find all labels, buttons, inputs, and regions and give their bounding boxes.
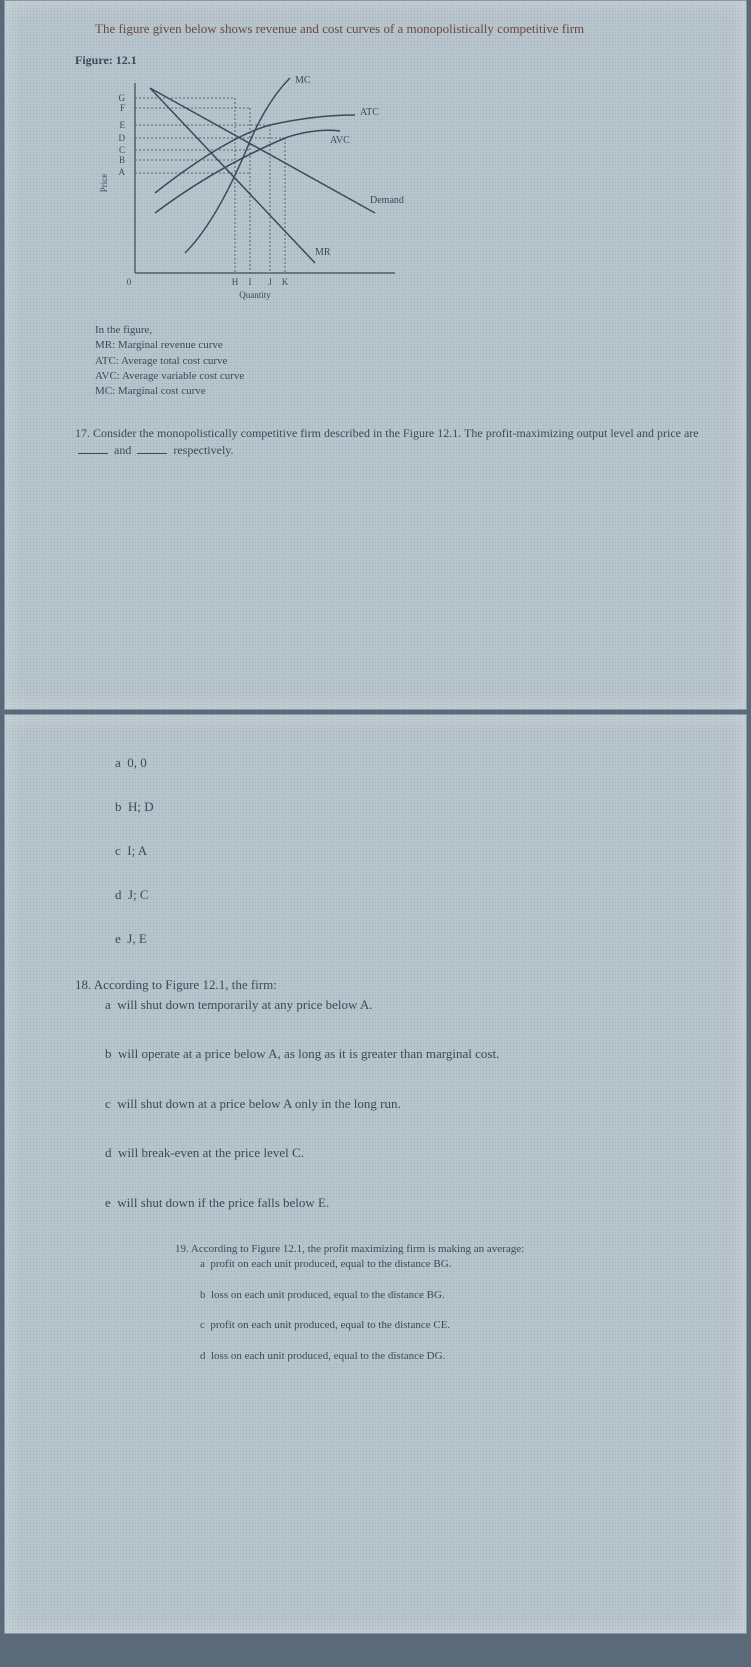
intro-text: The figure given below shows revenue and… — [95, 21, 716, 38]
bottom-page: a 0, 0 b H; D c I; A d J; C e J, E 18. A… — [4, 714, 747, 1634]
y-tick: A — [119, 167, 126, 177]
x-tick: J — [268, 277, 272, 287]
legend-item: AVC: Average variable cost curve — [95, 369, 716, 384]
y-tick: D — [119, 133, 126, 143]
y-tick: E — [120, 120, 126, 130]
legend-item: MC: Marginal cost curve — [95, 384, 716, 399]
q17-end: respectively. — [173, 443, 233, 457]
x-tick: I — [249, 277, 252, 287]
question-18: 18. According to Figure 12.1, the firm: … — [75, 975, 716, 1212]
y-tick: G — [119, 93, 126, 103]
blank — [137, 453, 167, 454]
q17-options: a 0, 0 b H; D c I; A d J; C e J, E — [115, 755, 716, 947]
y-axis-label: Price — [99, 174, 109, 193]
origin: 0 — [127, 277, 132, 287]
q19-opt-a: a profit on each unit produced, equal to… — [200, 1257, 600, 1272]
q19-opt-c: c profit on each unit produced, equal to… — [200, 1318, 600, 1333]
y-tick: F — [120, 103, 125, 113]
q18-opt-b: b will operate at a price below A, as lo… — [105, 1044, 605, 1064]
legend-intro: In the figure, — [95, 323, 716, 338]
q18-opt-a: a will shut down temporarily at any pric… — [105, 995, 605, 1015]
option-e: e J, E — [115, 931, 716, 947]
q19-opt-d: d loss on each unit produced, equal to t… — [200, 1349, 600, 1364]
curve-label-mc: MC — [295, 75, 311, 86]
q18-stem: 18. According to Figure 12.1, the firm: — [75, 975, 716, 995]
figure-label: Figure: 12.1 — [75, 53, 716, 68]
option-a: a 0, 0 — [115, 755, 716, 771]
question-19: 19. According to Figure 12.1, the profit… — [175, 1242, 716, 1364]
q18-opt-c: c will shut down at a price below A only… — [105, 1094, 605, 1114]
q19-opt-b: b loss on each unit produced, equal to t… — [200, 1288, 600, 1303]
economics-chart: G F E D C B A 0 H I J K Quantity Price — [95, 73, 716, 308]
x-tick: H — [232, 277, 239, 287]
curve-label-atc: ATC — [360, 107, 379, 118]
q19-stem: 19. According to Figure 12.1, the profit… — [175, 1242, 716, 1257]
q18-opt-e: e will shut down if the price falls belo… — [105, 1193, 605, 1213]
legend-item: ATC: Average total cost curve — [95, 354, 716, 369]
legend: In the figure, MR: Marginal revenue curv… — [95, 323, 716, 400]
curve-label-mr: MR — [315, 247, 331, 258]
y-tick: C — [119, 145, 125, 155]
q18-opt-d: d will break-even at the price level C. — [105, 1143, 605, 1163]
option-c: c I; A — [115, 843, 716, 859]
y-tick: B — [119, 155, 125, 165]
option-b: b H; D — [115, 799, 716, 815]
x-axis-label: Quantity — [239, 290, 271, 300]
top-page: The figure given below shows revenue and… — [4, 0, 747, 710]
option-d: d J; C — [115, 887, 716, 903]
x-tick: K — [282, 277, 289, 287]
curve-label-demand: Demand — [370, 195, 404, 206]
q17-text: 17. Consider the monopolistically compet… — [75, 426, 699, 440]
q17-mid: and — [114, 443, 131, 457]
legend-item: MR: Marginal revenue curve — [95, 338, 716, 353]
curve-label-avc: AVC — [330, 135, 350, 146]
question-17: 17. Consider the monopolistically compet… — [75, 425, 716, 459]
blank — [78, 453, 108, 454]
